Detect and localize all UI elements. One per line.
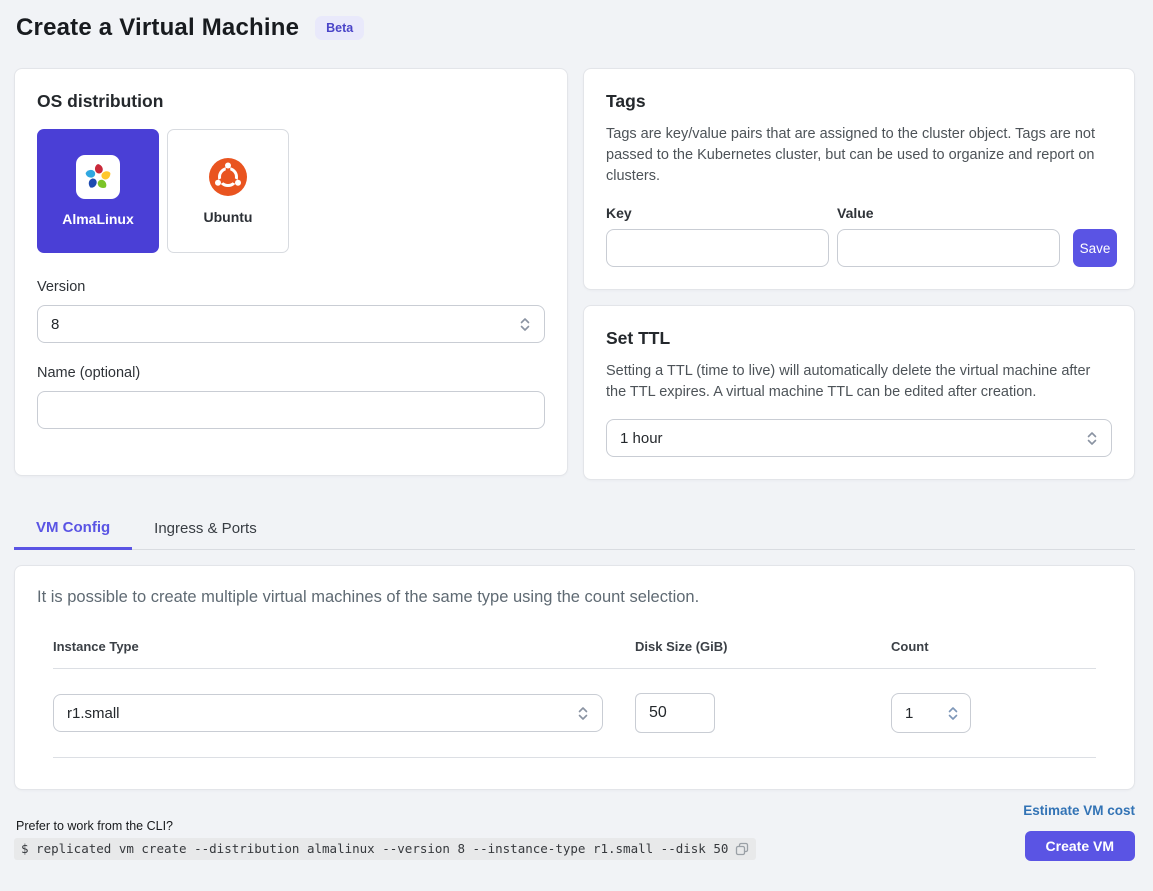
tag-value-input[interactable] [837,229,1060,267]
beta-badge: Beta [315,16,364,40]
tab-vm-config[interactable]: VM Config [14,507,132,550]
name-label: Name (optional) [37,365,545,381]
vm-config-card: It is possible to create multiple virtua… [14,565,1135,790]
create-vm-page: Create a Virtual Machine Beta OS distrib… [0,0,1153,861]
create-vm-button[interactable]: Create VM [1025,831,1135,861]
os-tile-ubuntu-label: Ubuntu [204,209,253,225]
almalinux-logo-icon [76,155,120,199]
disk-size-input[interactable] [635,693,715,733]
chevron-updown-icon [519,317,531,332]
cli-command-text: $ replicated vm create --distribution al… [21,841,728,856]
instances-table-header: Instance Type Disk Size (GiB) Count [53,639,1096,669]
chevron-updown-icon [947,706,959,721]
count-value: 1 [905,705,913,722]
page-title: Create a Virtual Machine [16,14,299,42]
column-disk-size: Disk Size (GiB) [635,639,891,668]
instances-table: Instance Type Disk Size (GiB) Count r1.s… [53,639,1096,758]
version-label: Version [37,279,545,295]
cli-prompt-text: Prefer to work from the CLI? [16,819,1023,833]
tab-ingress-ports[interactable]: Ingress & Ports [132,507,279,550]
os-tile-ubuntu[interactable]: Ubuntu [167,129,289,253]
set-ttl-card: Set TTL Setting a TTL (time to live) wil… [583,305,1135,480]
chevron-updown-icon [577,706,589,721]
ttl-select-value: 1 hour [620,430,663,447]
footer-actions: Estimate VM cost Create VM [1023,803,1135,861]
count-stepper[interactable]: 1 [891,693,971,733]
ttl-select[interactable]: 1 hour [606,419,1112,457]
os-tile-almalinux-label: AlmaLinux [62,211,134,227]
page-header: Create a Virtual Machine Beta [16,14,1135,42]
save-tag-button[interactable]: Save [1073,229,1117,267]
tag-key-label: Key [606,205,829,221]
os-distribution-card: OS distribution [14,68,568,476]
instance-type-select[interactable]: r1.small [53,694,603,732]
top-cards-row: OS distribution [14,68,1135,480]
cli-section: Prefer to work from the CLI? $ replicate… [14,819,1023,861]
ttl-card-description: Setting a TTL (time to live) will automa… [606,361,1112,403]
version-select-value: 8 [51,316,59,333]
right-column: Tags Tags are key/value pairs that are a… [583,68,1135,480]
copy-icon[interactable] [735,842,749,856]
tags-card-description: Tags are key/value pairs that are assign… [606,124,1112,187]
config-tabs: VM Config Ingress & Ports [14,507,1135,550]
tags-form: Key Value Save [606,205,1112,267]
cli-command-block: $ replicated vm create --distribution al… [14,838,756,860]
os-tiles: AlmaLinux [37,129,545,253]
chevron-updown-icon [1086,431,1098,446]
os-card-title: OS distribution [37,91,545,112]
tag-key-input[interactable] [606,229,829,267]
instance-row: r1.small 1 [53,669,1096,758]
name-input[interactable] [37,391,545,429]
tags-card-title: Tags [606,91,1112,112]
ubuntu-logo-icon [208,157,248,197]
estimate-vm-cost-link[interactable]: Estimate VM cost [1023,803,1135,818]
ttl-card-title: Set TTL [606,328,1112,349]
version-select[interactable]: 8 [37,305,545,343]
instance-type-value: r1.small [67,705,120,722]
tag-value-label: Value [837,205,1060,221]
vm-config-intro: It is possible to create multiple virtua… [37,588,1112,607]
page-footer: Prefer to work from the CLI? $ replicate… [14,803,1135,861]
column-count: Count [891,639,1096,668]
os-tile-almalinux[interactable]: AlmaLinux [37,129,159,253]
column-instance-type: Instance Type [53,639,635,668]
tags-card: Tags Tags are key/value pairs that are a… [583,68,1135,290]
